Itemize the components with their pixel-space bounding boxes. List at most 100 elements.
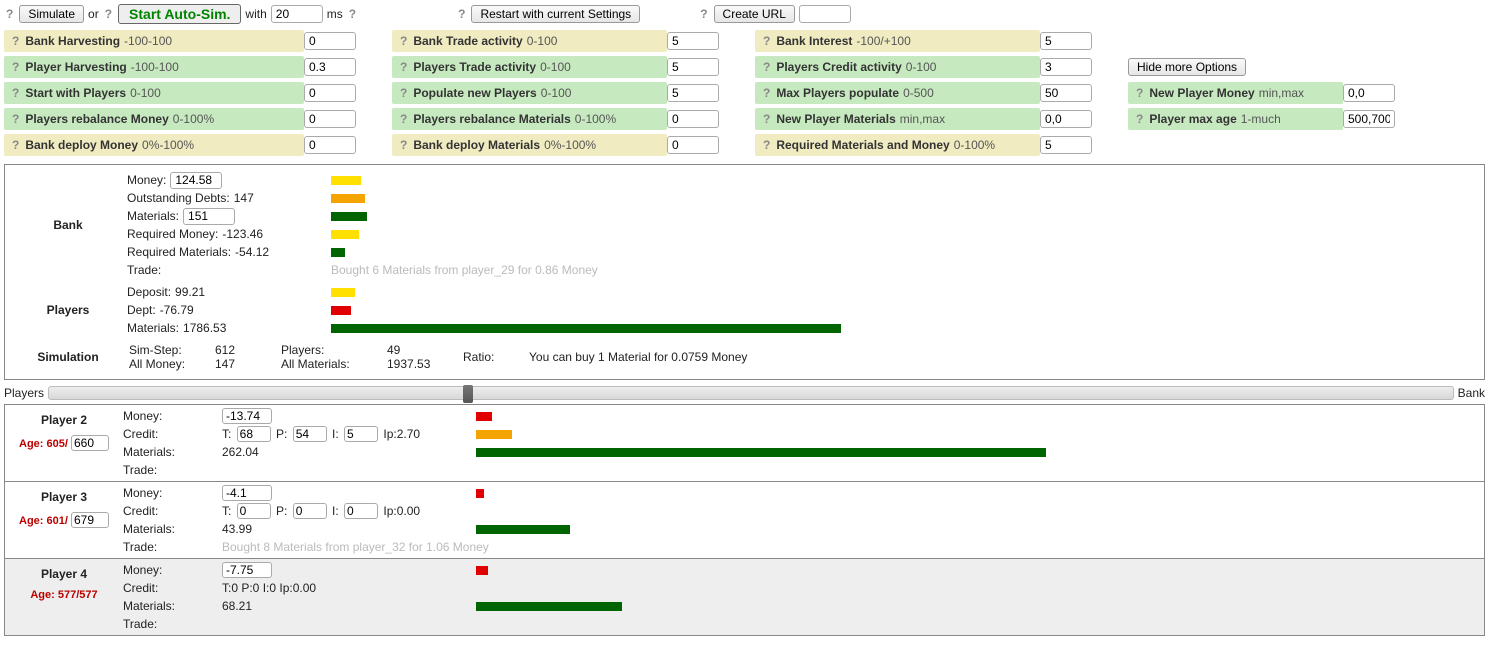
- help-icon[interactable]: ?: [698, 7, 709, 21]
- help-icon[interactable]: ?: [398, 86, 409, 100]
- help-icon[interactable]: ?: [1134, 112, 1145, 126]
- player-age: Age: 605/: [9, 435, 119, 451]
- setting-name: New Player Money: [1149, 86, 1254, 100]
- setting-input-bank-trade[interactable]: [667, 32, 719, 50]
- help-icon[interactable]: ?: [456, 7, 467, 21]
- help-icon[interactable]: ?: [1134, 86, 1145, 100]
- setting-rebalance-money: ?Players rebalance Money 0-100%: [4, 108, 304, 130]
- setting-input-rebalance-money[interactable]: [304, 110, 356, 128]
- player-credit-p-input[interactable]: [293, 503, 327, 519]
- setting-input-max-players[interactable]: [1040, 84, 1092, 102]
- bank-money-input[interactable]: [170, 172, 222, 189]
- setting-input-player-harvesting[interactable]: [304, 58, 356, 76]
- help-icon[interactable]: ?: [398, 138, 409, 152]
- setting-input-bank-deploy-money[interactable]: [304, 136, 356, 154]
- setting-range: 1-much: [1241, 112, 1281, 126]
- player-credit-i-input[interactable]: [344, 426, 378, 442]
- setting-input-players-trade[interactable]: [667, 58, 719, 76]
- help-icon[interactable]: ?: [761, 86, 772, 100]
- player-credit-t-input[interactable]: [237, 503, 271, 519]
- players-bank-slider[interactable]: [48, 386, 1454, 400]
- setting-name: Players Trade activity: [413, 60, 536, 74]
- setting-input-bank-deploy-mat[interactable]: [667, 136, 719, 154]
- player-mat-value: 43.99: [222, 520, 472, 538]
- hide-more-options-button[interactable]: Hide more Options: [1128, 58, 1246, 76]
- player-trade-label: Trade:: [123, 538, 218, 556]
- setting-input-bank-harvesting[interactable]: [304, 32, 356, 50]
- player-credit-label: Credit:: [123, 502, 218, 520]
- help-icon[interactable]: ?: [10, 86, 21, 100]
- setting-input-bank-interest[interactable]: [1040, 32, 1092, 50]
- player-money-bar: [476, 489, 484, 498]
- setting-range: -100/+100: [856, 34, 910, 48]
- create-url-button[interactable]: Create URL: [714, 5, 795, 23]
- player-money-input[interactable]: [222, 485, 272, 501]
- or-label: or: [88, 7, 99, 21]
- player-money-input[interactable]: [222, 408, 272, 424]
- restart-button[interactable]: Restart with current Settings: [471, 5, 640, 23]
- player-age: Age: 577/577: [9, 589, 119, 601]
- setting-name: Required Materials and Money: [776, 138, 949, 152]
- setting-input-players-credit[interactable]: [1040, 58, 1092, 76]
- setting-input-player-max-age[interactable]: [1343, 110, 1395, 128]
- simulation-title: Simulation: [13, 350, 123, 364]
- player-credit-bar: [476, 430, 512, 439]
- player-credit-t-input[interactable]: [237, 426, 271, 442]
- bank-trade-label: Trade:: [127, 261, 161, 279]
- player-money-bar: [476, 566, 488, 575]
- setting-input-rebalance-mat[interactable]: [667, 110, 719, 128]
- simulation-panel: Bank Money: Outstanding Debts: 147 Mater…: [4, 164, 1485, 380]
- help-icon[interactable]: ?: [398, 34, 409, 48]
- ms-input[interactable]: [271, 5, 323, 23]
- setting-name: Bank deploy Money: [25, 138, 138, 152]
- setting-max-players: ?Max Players populate 0-500: [755, 82, 1040, 104]
- help-icon[interactable]: ?: [761, 138, 772, 152]
- bank-reqmat-bar: [331, 248, 345, 257]
- player-age-input[interactable]: [71, 435, 109, 451]
- setting-input-start-players[interactable]: [304, 84, 356, 102]
- player-money-label: Money:: [123, 407, 218, 425]
- setting-input-new-player-money[interactable]: [1343, 84, 1395, 102]
- player-credit-p-input[interactable]: [293, 426, 327, 442]
- help-icon[interactable]: ?: [398, 60, 409, 74]
- setting-range: 0-100%: [575, 112, 616, 126]
- help-icon[interactable]: ?: [347, 7, 358, 21]
- help-icon[interactable]: ?: [10, 138, 21, 152]
- setting-name: Players rebalance Materials: [413, 112, 570, 126]
- setting-range: 0-100%: [954, 138, 995, 152]
- help-icon[interactable]: ?: [761, 60, 772, 74]
- player-mat-bar: [476, 525, 570, 534]
- setting-name: Populate new Players: [413, 86, 536, 100]
- help-icon[interactable]: ?: [398, 112, 409, 126]
- start-auto-sim-button[interactable]: Start Auto-Sim.: [118, 4, 241, 24]
- help-icon[interactable]: ?: [4, 7, 15, 21]
- player-card: Player 4Age: 577/577Money:Credit:Materia…: [4, 558, 1485, 636]
- help-icon[interactable]: ?: [10, 34, 21, 48]
- bank-mat-input[interactable]: [183, 208, 235, 225]
- setting-range: 0-100%: [173, 112, 214, 126]
- setting-input-new-player-mat[interactable]: [1040, 110, 1092, 128]
- player-age-input[interactable]: [71, 512, 109, 528]
- setting-range: 0-100: [130, 86, 161, 100]
- setting-input-required-mat-money[interactable]: [1040, 136, 1092, 154]
- players-dept-value: -76.79: [160, 301, 194, 319]
- slider-left-label: Players: [4, 386, 44, 400]
- setting-players-credit: ?Players Credit activity 0-100: [755, 56, 1040, 78]
- setting-range: min,max: [900, 112, 945, 126]
- help-icon[interactable]: ?: [10, 60, 21, 74]
- player-credit-i-input[interactable]: [344, 503, 378, 519]
- sim-allmoney-label: All Money:: [129, 357, 209, 371]
- players-mat-label: Materials:: [127, 319, 179, 337]
- slider-thumb-icon[interactable]: [463, 385, 473, 403]
- setting-input-populate-players[interactable]: [667, 84, 719, 102]
- help-icon[interactable]: ?: [10, 112, 21, 126]
- help-icon[interactable]: ?: [761, 34, 772, 48]
- url-input[interactable]: [799, 5, 851, 23]
- setting-name: Player max age: [1149, 112, 1236, 126]
- help-icon[interactable]: ?: [761, 112, 772, 126]
- setting-player-harvesting: ?Player Harvesting -100-100: [4, 56, 304, 78]
- player-money-input[interactable]: [222, 562, 272, 578]
- simulate-button[interactable]: Simulate: [19, 5, 84, 23]
- player-mat-label: Materials:: [123, 597, 218, 615]
- help-icon[interactable]: ?: [103, 7, 114, 21]
